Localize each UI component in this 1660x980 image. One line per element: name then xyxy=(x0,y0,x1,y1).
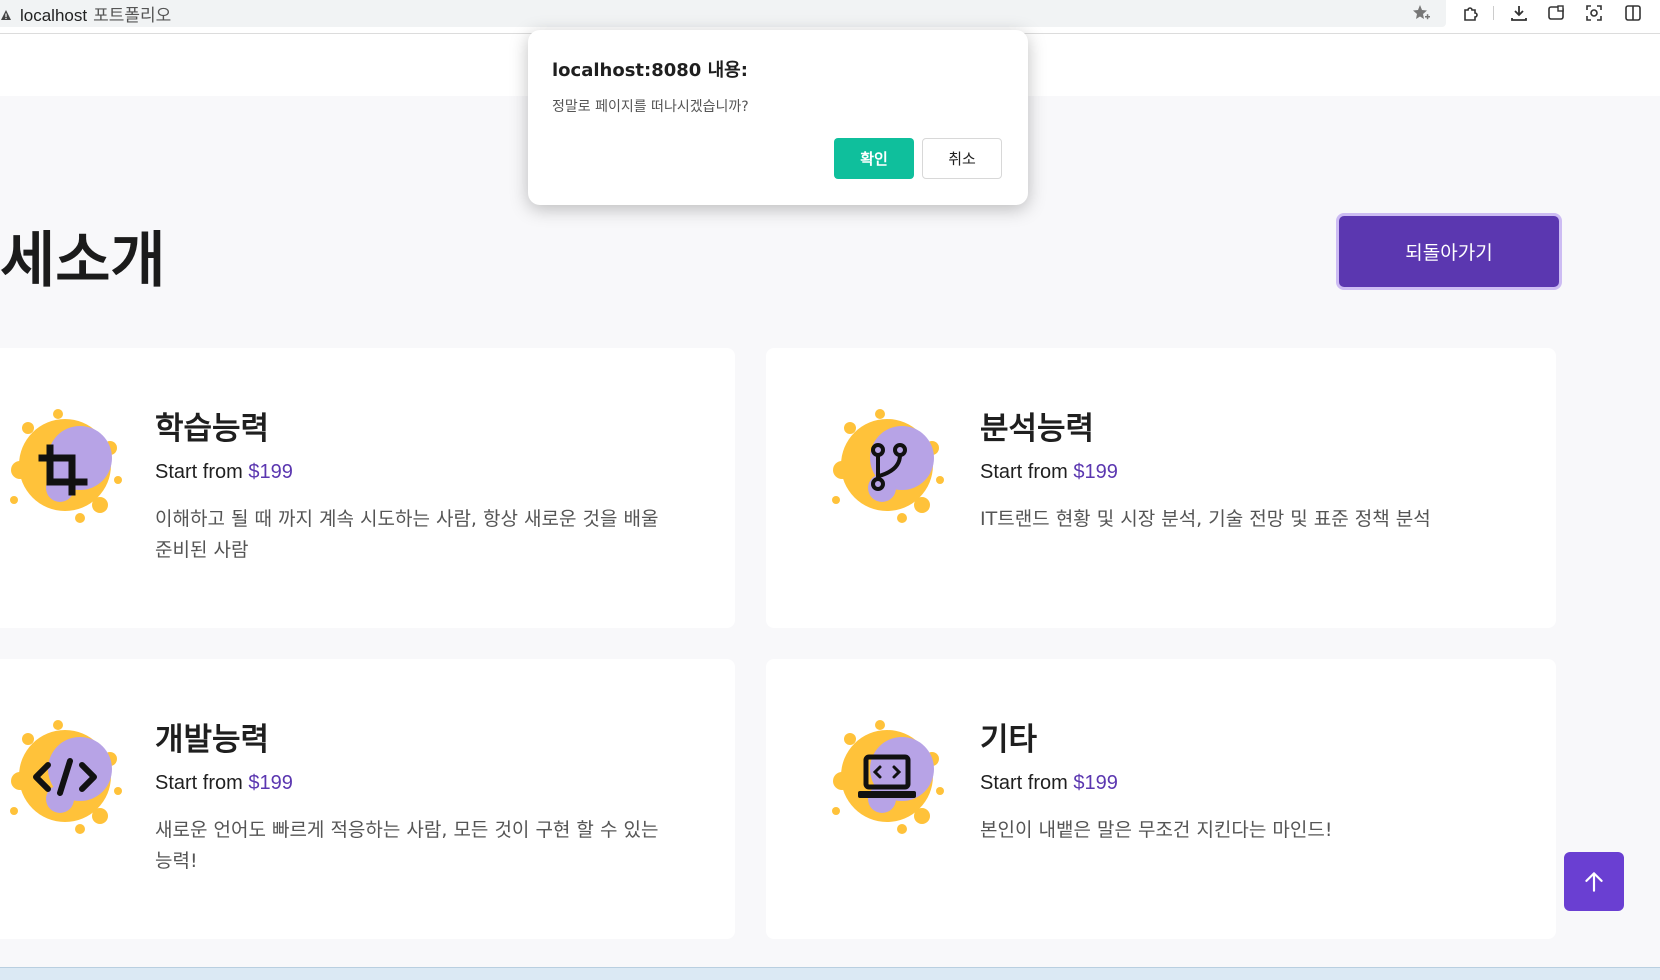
confirm-dialog: localhost:8080 내용: 정말로 페이지를 떠나시겠습니까? 확인 … xyxy=(528,30,1028,205)
dialog-message: 정말로 페이지를 떠나시겠습니까? xyxy=(552,99,749,115)
price-prefix: Start from xyxy=(155,772,243,794)
code-icon xyxy=(0,711,130,841)
address-bar[interactable]: localhost 포트폴리오 xyxy=(0,0,1446,27)
price-prefix: Start from xyxy=(980,772,1068,794)
price-prefix: Start from xyxy=(155,461,243,483)
card-title: 개발능력 xyxy=(155,722,270,758)
price-amount: $199 xyxy=(1073,461,1118,483)
url-host: localhost xyxy=(20,6,88,25)
cancel-button[interactable]: 취소 xyxy=(922,138,1002,179)
star-plus-icon[interactable] xyxy=(1410,2,1432,24)
crop-icon xyxy=(0,400,130,530)
back-button[interactable]: 되돌아가기 xyxy=(1336,213,1562,290)
capture-icon[interactable] xyxy=(1583,2,1605,24)
card-price: Start from $199 xyxy=(155,772,293,795)
price-prefix: Start from xyxy=(980,461,1068,483)
git-branch-icon xyxy=(822,400,952,530)
card-price: Start from $199 xyxy=(980,772,1118,795)
ok-button[interactable]: 확인 xyxy=(834,138,914,179)
screenshot-icon[interactable] xyxy=(1545,2,1567,24)
laptop-code-icon xyxy=(822,711,952,841)
scroll-top-button[interactable] xyxy=(1564,852,1624,911)
tab-title: 포트폴리오 xyxy=(93,6,172,25)
extensions-icon[interactable] xyxy=(1460,2,1482,24)
card-title: 기타 xyxy=(980,722,1038,758)
download-icon[interactable] xyxy=(1508,2,1530,24)
dialog-title: localhost:8080 내용: xyxy=(552,60,748,81)
price-amount: $199 xyxy=(248,772,293,794)
split-view-icon[interactable] xyxy=(1622,2,1644,24)
card-description: 본인이 내뱉은 말은 무조건 지킨다는 마인드! xyxy=(980,819,1333,841)
price-amount: $199 xyxy=(1073,772,1118,794)
card-description: IT트랜드 현황 및 시장 분석, 기술 전망 및 표준 정책 분석 xyxy=(980,508,1431,530)
service-card-etc: 기타 Start from $199 본인이 내뱉은 말은 무조건 지킨다는 마… xyxy=(766,659,1556,939)
service-card-learning: 학습능력 Start from $199 이해하고 될 때 까지 계속 시도하는… xyxy=(0,348,735,628)
card-title: 분석능력 xyxy=(980,411,1095,447)
browser-toolbar: localhost 포트폴리오 xyxy=(0,0,1660,34)
card-price: Start from $199 xyxy=(980,461,1118,484)
service-card-analysis: 분석능력 Start from $199 IT트랜드 현황 및 시장 분석, 기… xyxy=(766,348,1556,628)
arrow-up-icon xyxy=(1585,871,1603,892)
price-amount: $199 xyxy=(248,461,293,483)
service-card-development: 개발능력 Start from $199 새로운 언어도 빠르게 적응하는 사람… xyxy=(0,659,735,939)
card-title: 학습능력 xyxy=(155,411,270,447)
card-price: Start from $199 xyxy=(155,461,293,484)
taskbar xyxy=(0,967,1660,980)
not-secure-icon[interactable] xyxy=(0,6,12,20)
url-text[interactable]: localhost 포트폴리오 xyxy=(20,1,171,26)
page-title: 세소개 xyxy=(0,226,166,296)
card-description: 새로운 언어도 빠르게 적응하는 사람, 모든 것이 구현 할 수 있는 능력! xyxy=(155,819,659,872)
toolbar-separator xyxy=(1493,6,1494,20)
card-description: 이해하고 될 때 까지 계속 시도하는 사람, 항상 새로운 것을 배울 준비된… xyxy=(155,508,659,561)
